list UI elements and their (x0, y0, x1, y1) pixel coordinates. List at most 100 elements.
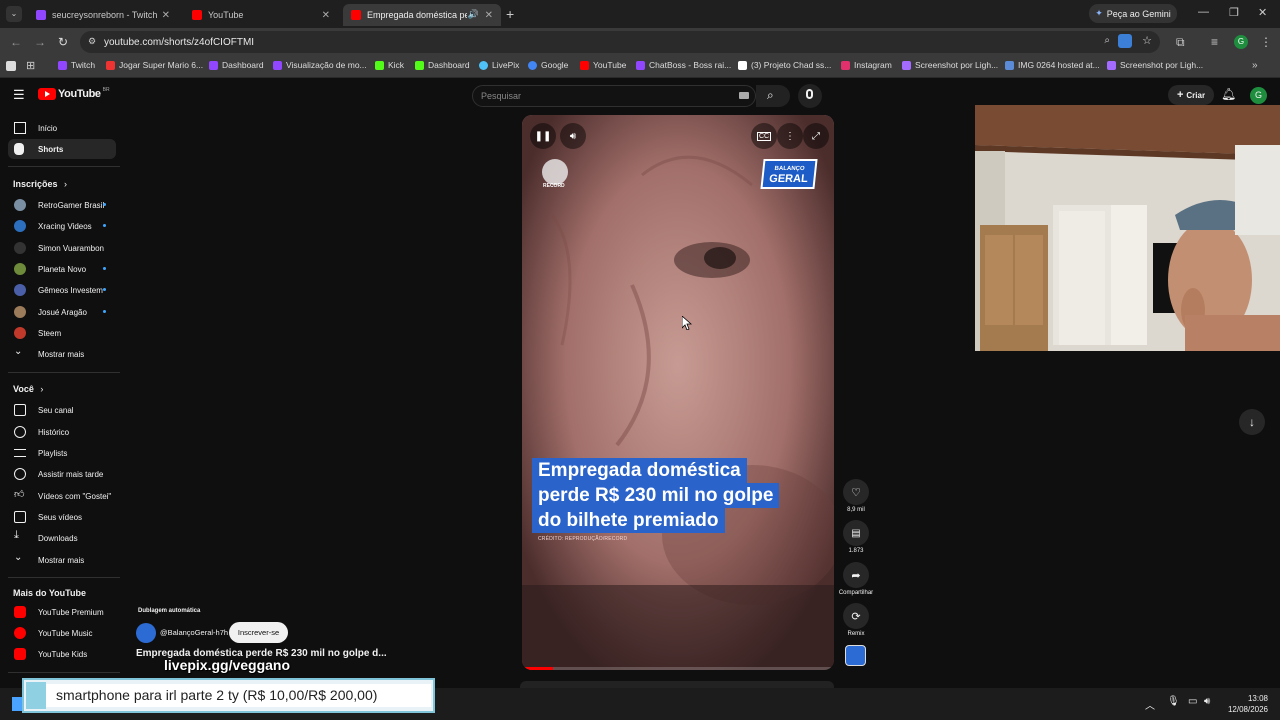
remix-action[interactable]: ⟳ Remix (842, 603, 870, 637)
sidebar-item-seus-videos[interactable]: Seus vídeos (8, 507, 116, 527)
sound-thumbnail[interactable] (845, 645, 866, 666)
sidebar-item-shorts[interactable]: Shorts (8, 139, 116, 159)
menu-icon[interactable]: ⋮ (1260, 35, 1272, 49)
back-icon[interactable]: ← (10, 35, 22, 49)
account-avatar[interactable]: G (1250, 87, 1267, 104)
more-options-button[interactable]: ⋮ (777, 123, 803, 149)
bookmark-dashboard-twitch[interactable]: Dashboard (209, 60, 264, 70)
close-icon[interactable]: ✕ (162, 10, 170, 21)
system-clock[interactable]: 13:08 12/08/2026 (1228, 693, 1268, 715)
sidebar-item-subscription[interactable]: Gêmeos Investem (8, 280, 116, 300)
create-button[interactable]: + Criar (1168, 85, 1214, 105)
tab-youtube[interactable]: YouTube ✕ (184, 4, 338, 26)
share-button[interactable]: ➦ (843, 562, 869, 588)
forward-icon[interactable]: → (34, 35, 46, 49)
pause-button[interactable]: ❚❚ (530, 123, 556, 149)
sidebar-item-subscription[interactable]: Planeta Novo (8, 259, 116, 279)
bookmark-screenshot-1[interactable]: Screenshot por Ligh... (902, 60, 998, 70)
sidebar-item-seu-canal[interactable]: Seu canal (8, 400, 116, 420)
notifications-icon[interactable]: 🔔︎ (1221, 87, 1236, 101)
bookmark-img[interactable]: IMG 0264 hosted at... (1005, 60, 1100, 70)
sidebar-item-premium[interactable]: YouTube Premium (8, 602, 116, 622)
sidebar-item-subscription[interactable]: Steem (8, 323, 116, 343)
close-window-icon[interactable]: ✕ (1258, 6, 1267, 19)
tab-search-button[interactable]: ⌄ (6, 6, 22, 22)
new-tab-button[interactable]: + (506, 6, 514, 22)
bookmark-screenshot-2[interactable]: Screenshot por Ligh... (1107, 60, 1203, 70)
sidebar-item-subscription[interactable]: RetroGamer Brasil (8, 195, 116, 215)
video-progress-bar[interactable] (522, 667, 834, 670)
sidebar-item-historico[interactable]: Histórico (8, 422, 116, 442)
sidebar-item-music[interactable]: YouTube Music (8, 623, 116, 643)
reload-icon[interactable]: ↻ (58, 35, 68, 49)
keyboard-icon[interactable] (739, 92, 749, 99)
bookmark-star-icon[interactable]: ☆ (1142, 34, 1152, 47)
minimize-icon[interactable]: — (1198, 6, 1209, 18)
install-icon[interactable] (1118, 34, 1132, 48)
bookmark-dashboard-kick[interactable]: Dashboard (415, 60, 470, 70)
hamburger-menu-icon[interactable]: ☰ (13, 87, 25, 103)
tab-twitch[interactable]: seucreysonreborn - Twitch ✕ (28, 4, 178, 26)
more-bookmarks-icon[interactable]: » (1252, 60, 1258, 71)
remix-button[interactable]: ⟳ (843, 603, 869, 629)
comment-action[interactable]: ▤ 1.873 (842, 520, 870, 554)
sidebar-item-playlists[interactable]: Playlists (8, 443, 116, 463)
mic-tray-icon[interactable]: 🎙︎ (1167, 696, 1180, 707)
comment-button[interactable]: ▤ (843, 520, 869, 546)
like-action[interactable]: ♡ 8,9 mil (842, 479, 870, 513)
media-icon[interactable]: ≡ (1211, 35, 1218, 49)
bookmark-x[interactable]: (3) Projeto Chad ss... (738, 60, 831, 70)
profile-avatar[interactable]: G (1234, 35, 1248, 49)
sidebar-item-videos-gostei[interactable]: 👍︎ Vídeos com "Gostei" (8, 486, 116, 506)
sidebar-item-downloads[interactable]: ⤓ Downloads (8, 528, 116, 548)
next-short-button[interactable]: ↓ (1239, 409, 1265, 435)
channel-avatar[interactable] (136, 623, 156, 643)
address-bar[interactable]: ⚙ youtube.com/shorts/z4ofCIOFTMI ⌕ ☆ (80, 31, 1160, 53)
restore-icon[interactable]: ❐ (1229, 6, 1239, 19)
voice-search-button[interactable] (798, 84, 822, 108)
close-icon[interactable]: ✕ (322, 10, 330, 21)
bookmark-mario[interactable]: Jogar Super Mario 6... (106, 60, 203, 70)
bookmark-visualizacao[interactable]: Visualização de mo... (273, 60, 367, 70)
next-video-preview[interactable] (520, 681, 834, 688)
search-input[interactable]: Pesquisar (472, 85, 756, 107)
bookmark-livepix[interactable]: LivePix (479, 60, 519, 70)
apps-icon[interactable]: ⊞ (26, 59, 35, 72)
extensions-icon[interactable]: ⧉ (1176, 35, 1185, 50)
bookmark-google[interactable]: Google (528, 60, 568, 70)
gemini-button[interactable]: ✦ Peça ao Gemini (1089, 4, 1177, 23)
subscriptions-header[interactable]: Inscrições › (13, 179, 67, 189)
captions-button[interactable]: CC (751, 123, 777, 149)
shorts-video-player[interactable]: ❚❚ 🔊︎ CC ⋮ ⤢ RECORD BALANÇO GERAL Emprega… (522, 115, 834, 670)
sidebar-item-assistir-mais-tarde[interactable]: Assistir mais tarde (8, 464, 116, 484)
you-header[interactable]: Você › (13, 384, 43, 394)
tray-chevron-icon[interactable]: ︿ (1145, 697, 1155, 712)
sidebar-item-inicio[interactable]: Início (8, 118, 116, 138)
bookmark-kick[interactable]: Kick (375, 60, 404, 70)
subscribe-button[interactable]: Inscrever-se (229, 622, 288, 643)
share-action[interactable]: ➦ Compartilhar (839, 562, 873, 596)
youtube-logo[interactable]: YouTube BR (38, 87, 110, 100)
bookmark-twitch[interactable]: Twitch (58, 60, 95, 70)
close-icon[interactable]: ✕ (485, 10, 493, 21)
bookmark-folder-icon[interactable] (6, 61, 16, 71)
bookmark-instagram[interactable]: Instagram (841, 60, 892, 70)
sidebar-item-subscription[interactable]: Josué Aragão (8, 302, 116, 322)
sidebar-item-subscription[interactable]: Xracing Videos (8, 216, 116, 236)
bookmark-youtube[interactable]: YouTube (580, 60, 626, 70)
sidebar-show-more-you[interactable]: ⌄ Mostrar mais (8, 550, 116, 570)
zoom-icon[interactable]: ⌕ (1104, 35, 1110, 46)
network-icon[interactable]: ▭ (1188, 696, 1197, 707)
sidebar-item-kids[interactable]: YouTube Kids (8, 644, 116, 664)
like-button[interactable]: ♡ (843, 479, 869, 505)
bookmark-chatboss[interactable]: ChatBoss - Boss rai... (636, 60, 731, 70)
search-button[interactable]: ⌕ (756, 85, 790, 107)
channel-handle[interactable]: @BalançoGeral-h7h (160, 628, 228, 637)
site-info-icon[interactable]: ⚙ (88, 36, 96, 47)
fullscreen-button[interactable]: ⤢ (803, 123, 829, 149)
volume-tray-icon[interactable]: 🔊︎ (1204, 696, 1210, 707)
tab-shorts-video[interactable]: Empregada doméstica perd 🔊 ✕ (343, 4, 501, 26)
sidebar-show-more-subs[interactable]: ⌄ Mostrar mais (8, 344, 116, 364)
sidebar-item-subscription[interactable]: Simon Vuarambon (8, 238, 116, 258)
volume-button[interactable]: 🔊︎ (560, 123, 586, 149)
